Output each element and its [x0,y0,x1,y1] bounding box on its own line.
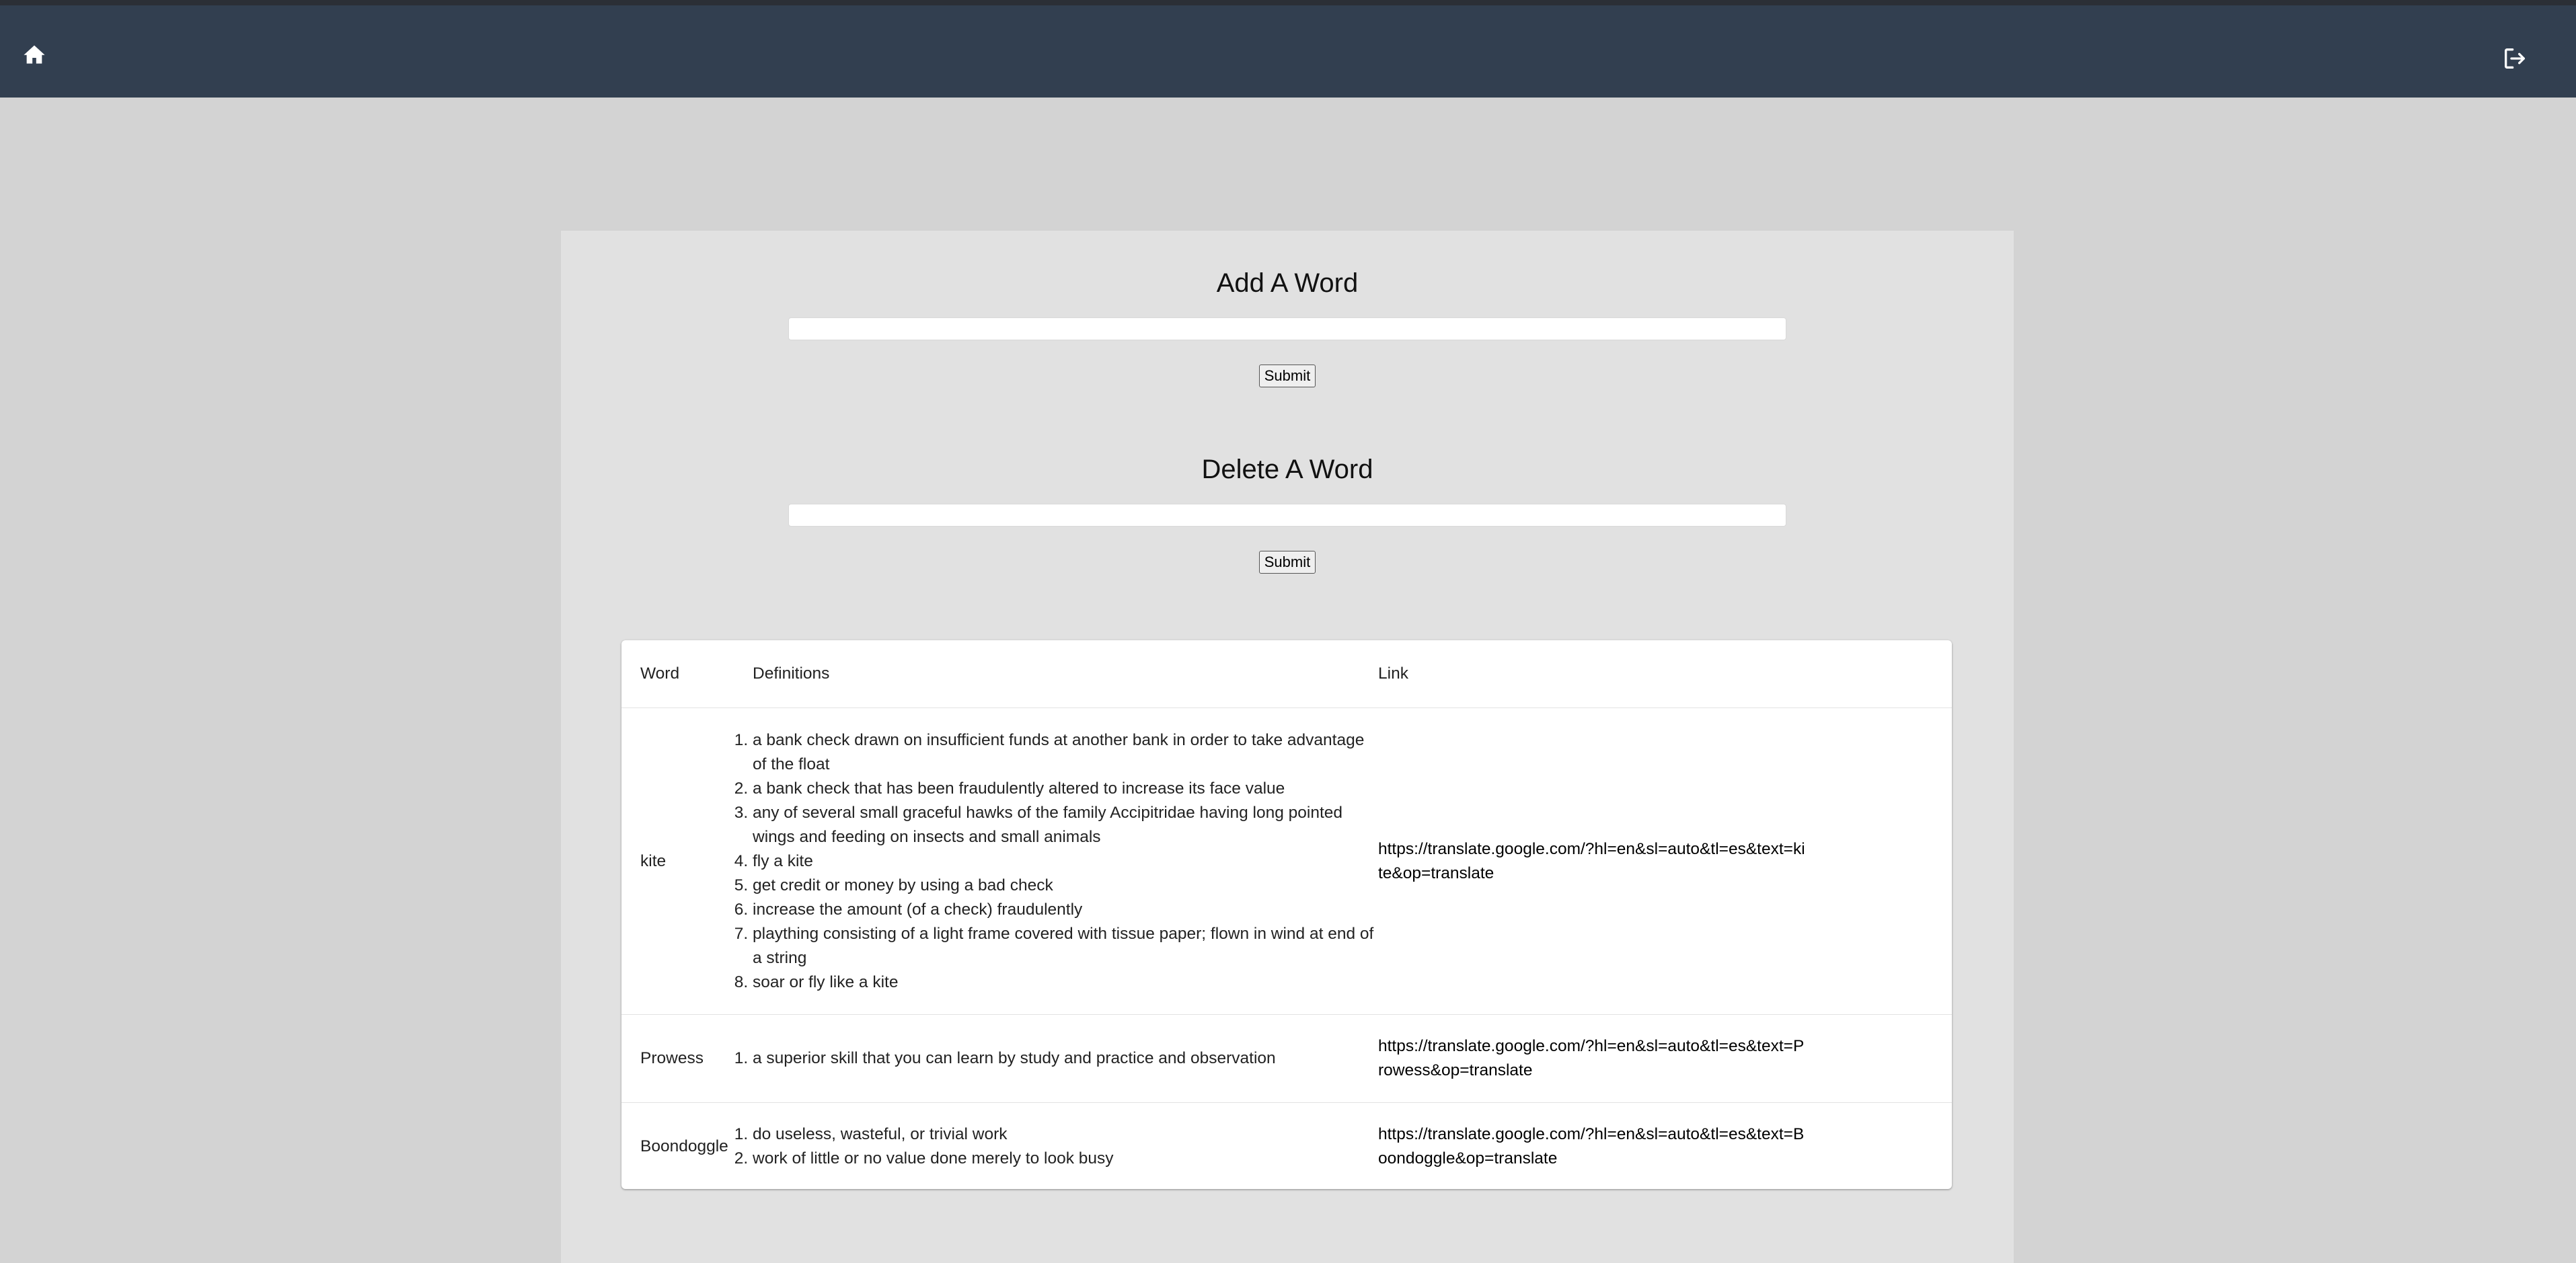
definitions-cell: do useless, wasteful, or trivial work wo… [753,1103,1378,1190]
definition-item: get credit or money by using a bad check [753,874,1378,898]
home-button[interactable] [19,39,50,70]
add-word-submit-button[interactable]: Submit [1259,365,1316,387]
logout-button[interactable] [2498,42,2532,75]
definition-item: a bank check that has been fraudulently … [753,777,1378,801]
definitions-list: do useless, wasteful, or trivial work wo… [730,1122,1378,1171]
translate-link[interactable]: https://translate.google.com/?hl=en&sl=a… [1378,1034,1809,1083]
table-row: Prowess a superior skill that you can le… [621,1014,1952,1103]
delete-word-input[interactable] [788,504,1786,527]
definitions-list: a bank check drawn on insufficient funds… [730,728,1378,995]
column-header-link: Link [1378,640,1952,708]
window-top-strip [0,0,2576,5]
column-header-definitions: Definitions [753,640,1378,708]
add-word-input[interactable] [788,317,1786,340]
definitions-list: a superior skill that you can learn by s… [730,1046,1378,1071]
definitions-cell: a bank check drawn on insufficient funds… [753,707,1378,1015]
delete-word-submit-button[interactable]: Submit [1259,551,1316,574]
column-header-word: Word [621,640,753,708]
definitions-cell: a superior skill that you can learn by s… [753,1014,1378,1103]
definition-item: soar or fly like a kite [753,970,1378,995]
delete-word-title: Delete A Word [1201,455,1373,484]
translate-link[interactable]: https://translate.google.com/?hl=en&sl=a… [1378,1122,1809,1171]
table-header-row: Word Definitions Link [621,640,1952,708]
link-cell: https://translate.google.com/?hl=en&sl=a… [1378,707,1952,1015]
words-table: Word Definitions Link kite a bank check … [621,640,1952,1189]
words-table-card: Word Definitions Link kite a bank check … [621,640,1952,1189]
definition-item: fly a kite [753,849,1378,874]
definition-item: a bank check drawn on insufficient funds… [753,728,1378,777]
link-cell: https://translate.google.com/?hl=en&sl=a… [1378,1014,1952,1103]
definition-item: do useless, wasteful, or trivial work [753,1122,1378,1147]
definition-item: a superior skill that you can learn by s… [753,1046,1378,1071]
home-icon [24,45,45,64]
definition-item: increase the amount (of a check) fraudul… [753,898,1378,922]
table-row: kite a bank check drawn on insufficient … [621,707,1952,1015]
definition-item: plaything consisting of a light frame co… [753,922,1378,970]
add-word-title: Add A Word [1216,268,1359,298]
definition-item: any of several small graceful hawks of t… [753,801,1378,849]
app-bar [0,5,2576,98]
table-row: Boondoggle do useless, wasteful, or triv… [621,1103,1952,1190]
link-cell: https://translate.google.com/?hl=en&sl=a… [1378,1103,1952,1190]
logout-icon [2505,48,2525,69]
definition-item: work of little or no value done merely t… [753,1147,1378,1171]
translate-link[interactable]: https://translate.google.com/?hl=en&sl=a… [1378,837,1809,886]
